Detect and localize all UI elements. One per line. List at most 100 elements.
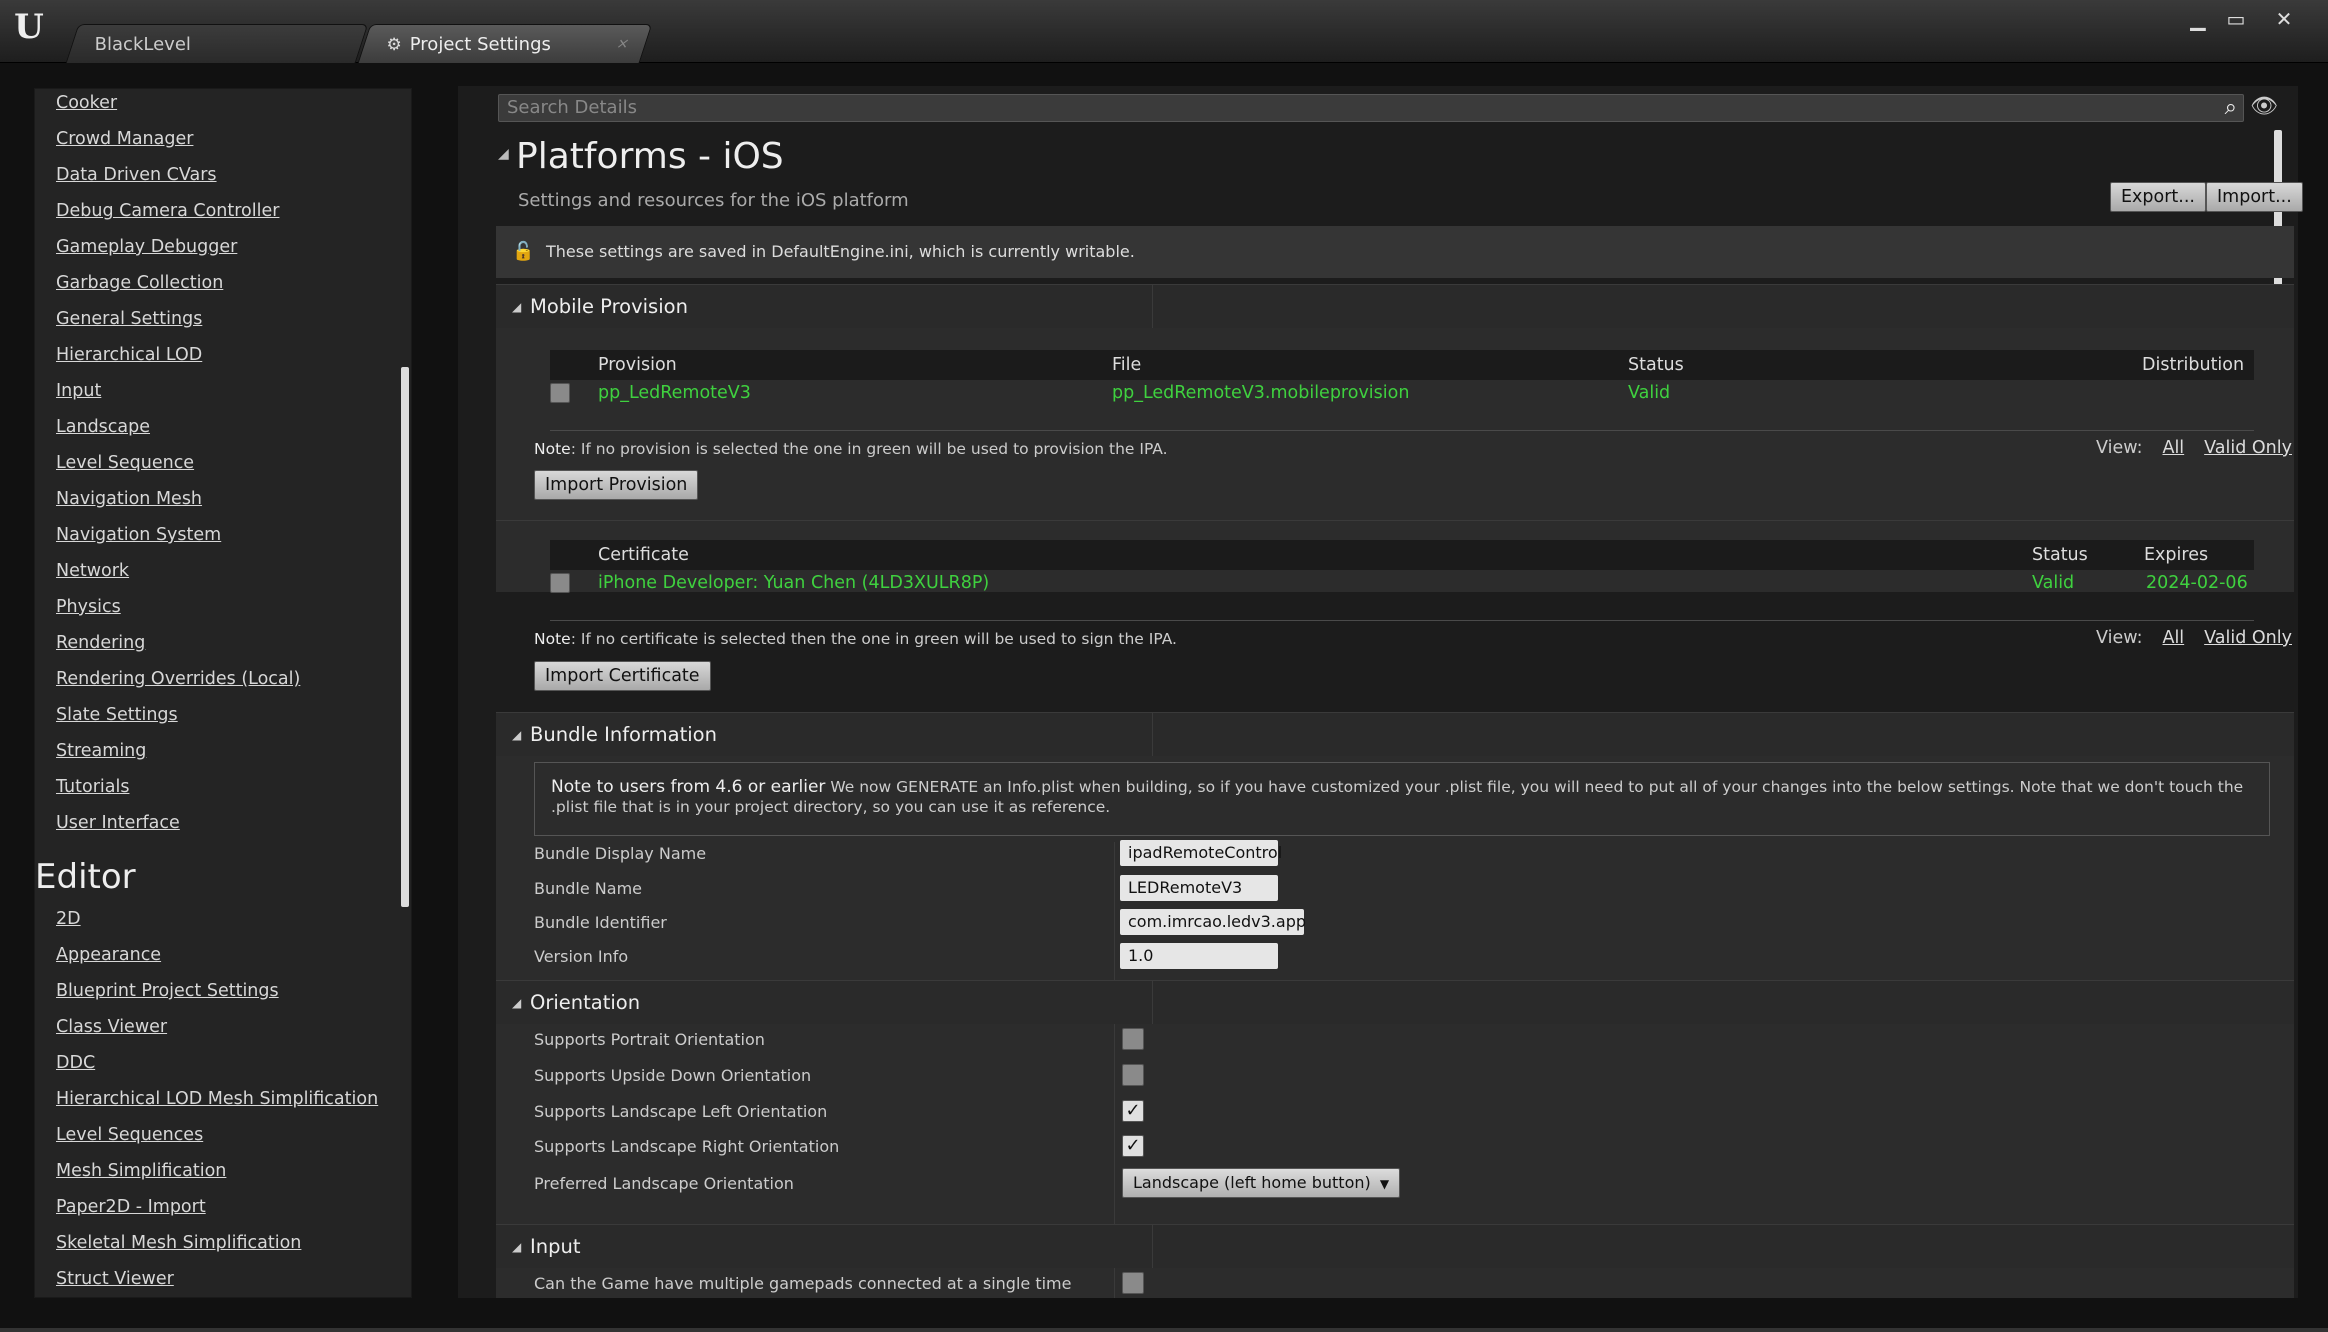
view-all-link[interactable]: All [2162,438,2184,458]
sidebar-item-garbage-collection[interactable]: Garbage Collection [56,273,223,293]
sidebar-item-level-sequence[interactable]: Level Sequence [56,453,194,473]
sidebar-item-struct-viewer[interactable]: Struct Viewer [56,1269,174,1289]
sidebar-item-paper2d-import[interactable]: Paper2D - Import [56,1197,206,1217]
supports-upside-down-checkbox[interactable] [1122,1064,1144,1086]
column-header-file: File [1112,355,1142,375]
column-header-expires: Expires [2144,545,2209,565]
supports-portrait-checkbox[interactable] [1122,1028,1144,1050]
writable-info-text: These settings are saved in DefaultEngin… [546,242,1135,261]
row-checkbox[interactable] [550,383,570,403]
sidebar-item-gameplay-debugger[interactable]: Gameplay Debugger [56,237,237,257]
supports-landscape-right-checkbox[interactable]: ✓ [1122,1135,1144,1157]
bundle-name-label: Bundle Name [534,879,642,898]
column-header-status: Status [1628,355,1684,375]
certificate-status: Valid [2032,573,2075,593]
sidebar-item-input[interactable]: Input [56,381,101,401]
bundle-name-input[interactable]: LEDRemoteV3 [1120,875,1278,901]
close-window-button[interactable]: ✕ [2266,8,2302,30]
sidebar-item-2d[interactable]: 2D [56,909,81,929]
preferred-landscape-label: Preferred Landscape Orientation [534,1174,794,1193]
view-valid-only-link[interactable]: Valid Only [2204,438,2292,458]
sidebar-item-physics[interactable]: Physics [56,597,121,617]
bundle-display-name-input[interactable]: ipadRemoteControl [1120,840,1282,866]
collapse-arrow-icon: ◢ [512,728,522,742]
row-checkbox[interactable] [550,573,570,593]
column-divider [1152,713,1153,757]
column-header-provision: Provision [598,355,677,375]
sidebar-item-hierarchical-lod-mesh-simplification[interactable]: Hierarchical LOD Mesh Simplification [56,1089,378,1109]
supports-landscape-left-checkbox[interactable]: ✓ [1122,1100,1144,1122]
supports-upside-down-label: Supports Upside Down Orientation [534,1066,812,1085]
chevron-down-icon: ▼ [1379,1177,1390,1191]
collapse-arrow-icon: ◢ [512,1240,522,1254]
sidebar-item-ddc[interactable]: DDC [56,1053,95,1073]
provision-table-header: Provision File Status Distribution [550,350,2254,380]
unreal-logo-icon[interactable]: U [10,8,48,46]
sidebar-item-tutorials[interactable]: Tutorials [56,777,129,797]
page-title: Platforms - iOS [516,136,784,177]
table-row[interactable]: pp_LedRemoteV3 pp_LedRemoteV3.mobileprov… [550,380,2254,406]
sidebar-item-crowd-manager[interactable]: Crowd Manager [56,129,193,149]
sidebar-item-debug-camera-controller[interactable]: Debug Camera Controller [56,201,279,221]
sidebar-item-hierarchical-lod[interactable]: Hierarchical LOD [56,345,202,365]
section-header-orientation[interactable]: ◢ Orientation [496,980,2294,1025]
search-placeholder: Search Details [507,97,637,118]
sidebar-item-appearance[interactable]: Appearance [56,945,161,965]
column-header-certificate: Certificate [598,545,689,565]
sidebar-item-slate-settings[interactable]: Slate Settings [56,705,178,725]
sidebar-item-cooker[interactable]: Cooker [56,93,117,113]
supports-landscape-right-label: Supports Landscape Right Orientation [534,1137,840,1156]
section-header-input[interactable]: ◢ Input [496,1224,2294,1269]
import-button[interactable]: Import... [2206,182,2303,212]
sidebar-item-mesh-simplification[interactable]: Mesh Simplification [56,1161,226,1181]
minimize-button[interactable]: ▁ [2180,8,2216,30]
certificate-table-header: Certificate Status Expires [550,540,2254,570]
certificate-view-filter: View: All Valid Only [2096,628,2292,648]
sidebar-item-skeletal-mesh-simplification[interactable]: Skeletal Mesh Simplification [56,1233,301,1253]
version-info-input[interactable]: 1.0 [1120,943,1278,969]
divider [550,620,2254,621]
import-provision-button[interactable]: Import Provision [534,470,699,500]
eye-icon[interactable]: 👁 [2250,94,2278,119]
column-divider [1152,981,1153,1025]
sidebar-item-blueprint-project-settings[interactable]: Blueprint Project Settings [56,981,279,1001]
sidebar-scrollbar[interactable] [401,367,409,907]
import-certificate-button[interactable]: Import Certificate [534,661,711,691]
sidebar-item-navigation-mesh[interactable]: Navigation Mesh [56,489,202,509]
sidebar-item-user-interface[interactable]: User Interface [56,813,180,833]
bundle-identifier-input[interactable]: com.imrcao.ledv3.app [1120,909,1306,935]
multiple-gamepads-checkbox[interactable] [1122,1272,1144,1294]
section-header-bundle-information[interactable]: ◢ Bundle Information [496,712,2294,757]
sidebar-item-data-driven-cvars[interactable]: Data Driven CVars [56,165,217,185]
maximize-button[interactable]: ▭ [2218,8,2254,30]
column-header-status: Status [2032,545,2088,565]
sidebar-item-rendering-overrides-local[interactable]: Rendering Overrides (Local) [56,669,300,689]
sidebar-item-general-settings[interactable]: General Settings [56,309,202,329]
preferred-landscape-dropdown[interactable]: Landscape (left home button) ▼ [1122,1168,1401,1198]
sidebar-item-streaming[interactable]: Streaming [56,741,146,761]
export-button[interactable]: Export... [2110,182,2206,212]
section-header-mobile-provision[interactable]: ◢ Mobile Provision [496,284,2294,329]
details-panel: Search Details ⌕ 👁 ◢ Platforms - iOS Set… [458,86,2303,1298]
table-row[interactable]: iPhone Developer: Yuan Chen (4LD3XULR8P)… [550,570,2254,596]
search-icon[interactable]: ⌕ [2225,95,2237,121]
section-title: Orientation [530,991,641,1014]
divider [496,520,2294,521]
sidebar-item-rendering[interactable]: Rendering [56,633,145,653]
page-subtitle: Settings and resources for the iOS platf… [518,190,909,211]
search-input[interactable]: Search Details ⌕ [498,94,2244,122]
tab-project-settings[interactable]: ⚙ Project Settings × [357,24,653,63]
collapse-arrow-icon[interactable]: ◢ [498,146,509,162]
provision-file: pp_LedRemoteV3.mobileprovision [1112,383,1410,403]
sidebar-item-landscape[interactable]: Landscape [56,417,150,437]
sidebar-item-navigation-system[interactable]: Navigation System [56,525,221,545]
column-divider [1114,1024,1115,1224]
view-all-link[interactable]: All [2162,628,2184,648]
sidebar-item-class-viewer[interactable]: Class Viewer [56,1017,167,1037]
provision-note: Note: If no provision is selected the on… [534,440,1168,458]
settings-category-list: Cooker Crowd Manager Data Driven CVars Debu… [34,88,412,1298]
tab-blacklevel[interactable]: BlackLevel [65,24,369,63]
sidebar-item-network[interactable]: Network [56,561,129,581]
view-valid-only-link[interactable]: Valid Only [2204,628,2292,648]
sidebar-item-level-sequences[interactable]: Level Sequences [56,1125,203,1145]
